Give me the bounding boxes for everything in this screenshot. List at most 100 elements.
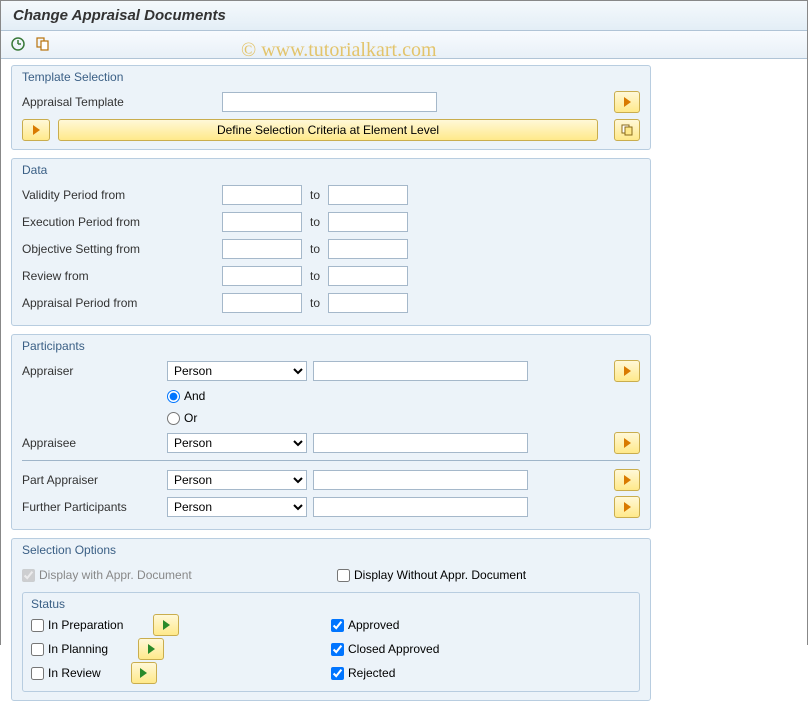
status-in-planning-checkbox[interactable] (31, 643, 44, 656)
title-bar: Change Appraisal Documents (1, 1, 807, 31)
status-label: In Review (48, 666, 101, 680)
execution-period-fromfrom-input[interactable] (222, 212, 302, 232)
group-title: Selection Options (12, 539, 650, 559)
status-approved-checkbox[interactable] (331, 619, 344, 632)
status-item: In Preparation (31, 613, 331, 637)
to-label: to (310, 269, 320, 283)
review-fromto-input[interactable] (328, 266, 408, 286)
status-label: In Preparation (48, 618, 123, 632)
appraisee-input[interactable] (313, 433, 528, 453)
display-with-checkbox[interactable] (22, 569, 35, 582)
status-multi-button[interactable] (131, 662, 157, 684)
status-in-preparation-checkbox[interactable] (31, 619, 44, 632)
status-label: Approved (348, 618, 399, 632)
criteria-indicator-icon (22, 119, 50, 141)
appraisee-multi-button[interactable] (614, 432, 640, 454)
arrow-right-green-icon (148, 644, 155, 654)
group-selection-options: Selection Options Display with Appr. Doc… (11, 538, 651, 701)
status-in-review-checkbox[interactable] (31, 667, 44, 680)
to-label: to (310, 296, 320, 310)
data-row: Review from to (22, 263, 640, 289)
arrow-right-icon (624, 97, 631, 107)
status-multi-button[interactable] (153, 614, 179, 636)
appraisal-template-input[interactable] (222, 92, 437, 112)
arrow-right-icon (624, 502, 631, 512)
separator (22, 460, 640, 461)
arrow-right-green-icon (163, 620, 170, 630)
group-template-selection: Template Selection Appraisal Template De… (11, 65, 651, 150)
multi-select-template-button[interactable] (614, 91, 640, 113)
appraiser-input[interactable] (313, 361, 528, 381)
radio-or-label: Or (184, 411, 197, 425)
status-label: Closed Approved (348, 642, 439, 656)
validity-period-fromto-input[interactable] (328, 185, 408, 205)
radio-and: And (167, 385, 640, 407)
appraisee-type-select[interactable]: Person (167, 433, 307, 453)
objective-setting-fromfrom-input[interactable] (222, 239, 302, 259)
arrow-right-green-icon (140, 668, 147, 678)
group-title: Template Selection (12, 66, 650, 86)
appraiser-type-select[interactable]: Person (167, 361, 307, 381)
define-criteria-button[interactable]: Define Selection Criteria at Element Lev… (58, 119, 598, 141)
status-label: Rejected (348, 666, 395, 680)
part_appraiser-multi-button[interactable] (614, 469, 640, 491)
participant-label: Appraisee (22, 436, 167, 450)
group-title: Data (12, 159, 650, 179)
arrow-right-icon (624, 366, 631, 376)
get-variant-icon[interactable] (34, 35, 52, 53)
objective-setting-fromto-input[interactable] (328, 239, 408, 259)
status-multi-button[interactable] (138, 638, 164, 660)
data-row-label: Validity Period from (22, 188, 222, 202)
status-group: Status In Preparation In Planning In Revie… (22, 592, 640, 692)
arrow-right-icon (624, 475, 631, 485)
page-title: Change Appraisal Documents (13, 7, 795, 24)
to-label: to (310, 215, 320, 229)
part_appraiser-input[interactable] (313, 470, 528, 490)
data-row: Validity Period from to (22, 182, 640, 208)
data-row: Execution Period from to (22, 209, 640, 235)
appraisal-period-fromfrom-input[interactable] (222, 293, 302, 313)
validity-period-fromfrom-input[interactable] (222, 185, 302, 205)
participant-row-appraisee: AppraiseePerson (22, 430, 640, 456)
radio-or-input[interactable] (167, 412, 180, 425)
display-without-label: Display Without Appr. Document (354, 568, 526, 582)
copy-criteria-button[interactable] (614, 119, 640, 141)
participant-label: Further Participants (22, 500, 167, 514)
part_appraiser-type-select[interactable]: Person (167, 470, 307, 490)
status-label: In Planning (48, 642, 108, 656)
execute-icon[interactable] (9, 35, 27, 53)
toolbar (1, 31, 807, 59)
display-with-label: Display with Appr. Document (39, 568, 192, 582)
further-multi-button[interactable] (614, 496, 640, 518)
data-row-label: Objective Setting from (22, 242, 222, 256)
further-type-select[interactable]: Person (167, 497, 307, 517)
data-row-label: Execution Period from (22, 215, 222, 229)
data-row-label: Review from (22, 269, 222, 283)
radio-and-label: And (184, 389, 205, 403)
display-without-checkbox[interactable] (337, 569, 350, 582)
group-participants: Participants AppraiserPersonAndOrApprais… (11, 334, 651, 530)
status-item: In Planning (31, 637, 331, 661)
further-input[interactable] (313, 497, 528, 517)
appraiser-multi-button[interactable] (614, 360, 640, 382)
to-label: to (310, 242, 320, 256)
arrow-right-icon (624, 438, 631, 448)
status-title: Status (31, 597, 631, 613)
data-row-label: Appraisal Period from (22, 296, 222, 310)
content-area: Template Selection Appraisal Template De… (1, 59, 807, 707)
data-row: Objective Setting from to (22, 236, 640, 262)
participant-label: Appraiser (22, 364, 167, 378)
status-item: Closed Approved (331, 637, 439, 661)
execution-period-fromto-input[interactable] (328, 212, 408, 232)
status-rejected-checkbox[interactable] (331, 667, 344, 680)
appraisal-period-fromto-input[interactable] (328, 293, 408, 313)
to-label: to (310, 188, 320, 202)
review-fromfrom-input[interactable] (222, 266, 302, 286)
group-data: Data Validity Period fromtoExecution Per… (11, 158, 651, 326)
status-item: Approved (331, 613, 439, 637)
radio-and-input[interactable] (167, 390, 180, 403)
status-closed-approved-checkbox[interactable] (331, 643, 344, 656)
participant-row-appraiser: AppraiserPerson (22, 358, 640, 384)
status-item: In Review (31, 661, 331, 685)
appraisal-template-label: Appraisal Template (22, 95, 167, 109)
